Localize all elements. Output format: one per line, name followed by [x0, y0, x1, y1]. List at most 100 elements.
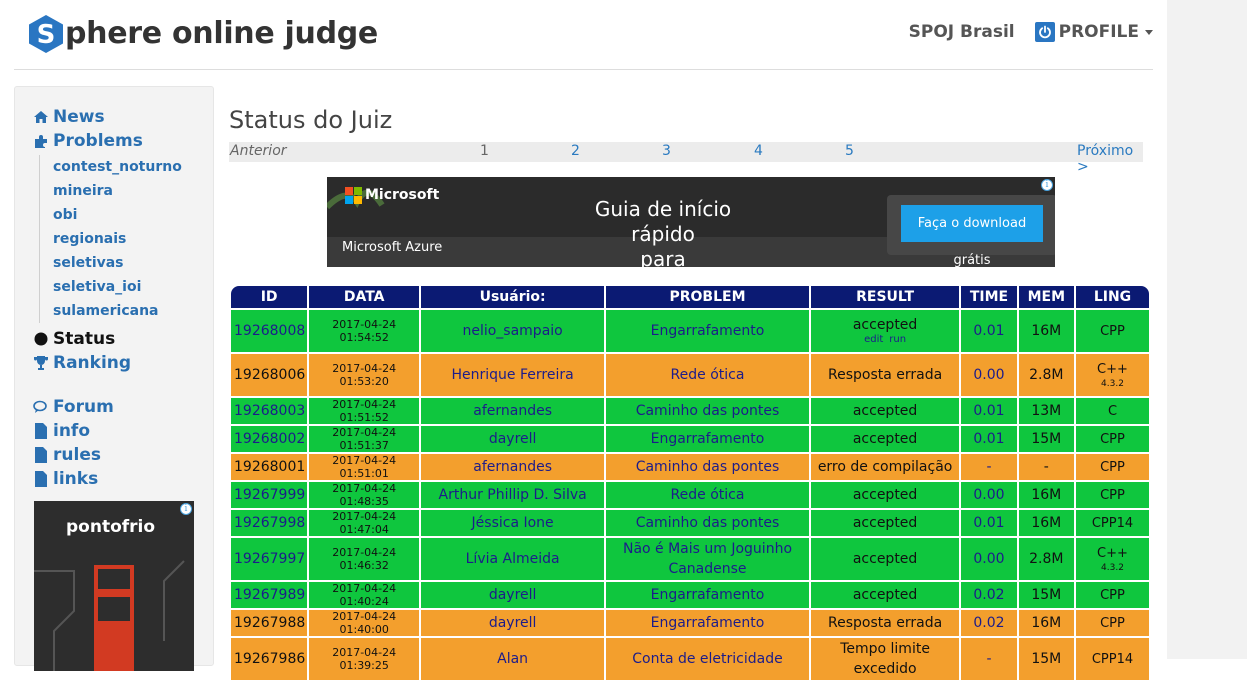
language-name: CPP [1100, 431, 1125, 447]
problem-link[interactable]: Caminho das pontes [606, 398, 809, 424]
problem-link[interactable]: Conta de eletricidade [606, 638, 809, 680]
problem-link[interactable]: Engarrafamento [606, 426, 809, 452]
file-icon [33, 447, 49, 463]
problem-link[interactable]: Não é Mais um Joguinho Canadense [606, 538, 809, 580]
submission-id-link[interactable]: 19268001 [231, 454, 308, 480]
info-icon[interactable]: i [1041, 179, 1053, 191]
submission-time: 0.00 [961, 482, 1017, 508]
result-text: accepted [852, 551, 918, 567]
table-row: 19267989 2017-04-24 01:40:24 dayrell Engarr… [231, 582, 1149, 608]
edit-link[interactable]: edit [864, 334, 883, 345]
submission-memory: 16M [1018, 610, 1074, 636]
pager-next[interactable]: Próximo > [1077, 143, 1143, 175]
run-link[interactable]: run [889, 334, 906, 345]
language-name: CPP [1100, 487, 1125, 503]
submission-memory: 16M [1018, 310, 1074, 352]
sidebar-item-status[interactable]: Status [33, 329, 115, 349]
table-row: 19268008 2017-04-24 01:54:52 nelio_sampaio… [231, 310, 1149, 352]
user-link[interactable]: nelio_sampaio [421, 310, 605, 352]
problems-sublist: contest_noturno mineira obi regionais se… [39, 155, 209, 323]
sidebar-item-forum[interactable]: Forum [33, 397, 114, 417]
user-link[interactable]: Alan [421, 638, 605, 680]
submission-result: accepted edit run [810, 310, 960, 352]
sidebar-subitem[interactable]: obi [40, 203, 209, 227]
trophy-icon [33, 355, 49, 371]
submission-id-link[interactable]: 19268008 [231, 310, 308, 352]
language-name: C [1107, 403, 1118, 419]
chat-icon [33, 399, 49, 415]
sidebar-item-links[interactable]: links [33, 469, 98, 489]
submission-time: 0.00 [961, 538, 1017, 580]
submission-id-link[interactable]: 19268006 [231, 354, 308, 396]
banner-download-button[interactable]: Faça o download grátis [901, 205, 1043, 267]
user-link[interactable]: Henrique Ferreira [421, 354, 605, 396]
submission-date: 2017-04-24 01:48:35 [309, 482, 420, 508]
problem-link[interactable]: Rede ótica [606, 482, 809, 508]
banner-tagline-line: Guia de início rápido [594, 197, 732, 246]
submission-memory: 15M [1018, 426, 1074, 452]
submission-id-link[interactable]: 19267988 [231, 610, 308, 636]
pager-page[interactable]: 4 [754, 143, 763, 159]
submission-memory: 16M [1018, 510, 1074, 536]
spoj-brasil-link[interactable]: SPOJ Brasil [909, 22, 1015, 42]
table-row: 19267988 2017-04-24 01:40:00 dayrell Engarr… [231, 610, 1149, 636]
submission-id-link[interactable]: 19267989 [231, 582, 308, 608]
problem-link[interactable]: Caminho das pontes [606, 510, 809, 536]
submission-id-link[interactable]: 19268003 [231, 398, 308, 424]
result-text: accepted [852, 515, 918, 531]
sidebar-subitem[interactable]: sulamericana [40, 299, 209, 323]
banner-brand: Microsoft [365, 187, 440, 203]
submission-result: Resposta errada [810, 610, 960, 636]
user-link[interactable]: afernandes [421, 454, 605, 480]
column-header-time: TIME [961, 286, 1017, 308]
result-text: Resposta errada [827, 615, 943, 631]
info-icon[interactable]: i [180, 503, 192, 515]
sidebar-label: Problems [53, 131, 143, 151]
sidebar-subitem[interactable]: mineira [40, 179, 209, 203]
user-link[interactable]: Lívia Almeida [421, 538, 605, 580]
pager-page[interactable]: 2 [571, 143, 580, 159]
problem-link[interactable]: Rede ótica [606, 354, 809, 396]
submission-id-link[interactable]: 19267999 [231, 482, 308, 508]
submission-memory: 15M [1018, 638, 1074, 680]
table-row: 19268003 2017-04-24 01:51:52 afernandes Cam… [231, 398, 1149, 424]
sidebar-advertisement[interactable]: pontofrio i [34, 501, 194, 671]
submission-id-link[interactable]: 19267998 [231, 510, 308, 536]
problem-link[interactable]: Engarrafamento [606, 610, 809, 636]
submission-time: 0.01 [961, 398, 1017, 424]
problem-link[interactable]: Engarrafamento [606, 310, 809, 352]
submission-id-link[interactable]: 19267997 [231, 538, 308, 580]
submission-date: 2017-04-24 01:40:24 [309, 582, 420, 608]
site-logo[interactable]: S phere online judge [28, 14, 378, 54]
user-link[interactable]: dayrell [421, 582, 605, 608]
pager-page[interactable]: 5 [845, 143, 854, 159]
banner-advertisement[interactable]: Microsoft Microsoft Azure Guia de início… [327, 177, 1055, 267]
user-link[interactable]: Arthur Phillip D. Silva [421, 482, 605, 508]
problem-link[interactable]: Engarrafamento [606, 582, 809, 608]
sidebar-subitem[interactable]: seletiva_ioi [40, 275, 209, 299]
pager-page[interactable]: 3 [662, 143, 671, 159]
language-name: C++ [1097, 545, 1128, 561]
submission-memory: 13M [1018, 398, 1074, 424]
column-header-lang: LING [1075, 286, 1149, 308]
user-link[interactable]: Jéssica Ione [421, 510, 605, 536]
sidebar-item-info[interactable]: info [33, 421, 90, 441]
profile-menu-button[interactable]: PROFILE [1059, 22, 1153, 42]
user-link[interactable]: dayrell [421, 426, 605, 452]
power-icon [1034, 22, 1055, 42]
sidebar-item-news[interactable]: News [33, 107, 105, 127]
sidebar-item-problems[interactable]: Problems [33, 131, 143, 151]
submission-language: CPP [1075, 482, 1149, 508]
submission-id-link[interactable]: 19268002 [231, 426, 308, 452]
sidebar-subitem[interactable]: regionais [40, 227, 209, 251]
submission-result: Tempo limite excedido [810, 638, 960, 680]
problem-link[interactable]: Caminho das pontes [606, 454, 809, 480]
submission-id-link[interactable]: 19267986 [231, 638, 308, 680]
sidebar-subitem[interactable]: contest_noturno [40, 155, 209, 179]
user-link[interactable]: afernandes [421, 398, 605, 424]
sidebar-item-rules[interactable]: rules [33, 445, 101, 465]
sidebar-subitem[interactable]: seletivas [40, 251, 209, 275]
user-link[interactable]: dayrell [421, 610, 605, 636]
submission-time: 0.01 [961, 310, 1017, 352]
sidebar-item-ranking[interactable]: Ranking [33, 353, 131, 373]
